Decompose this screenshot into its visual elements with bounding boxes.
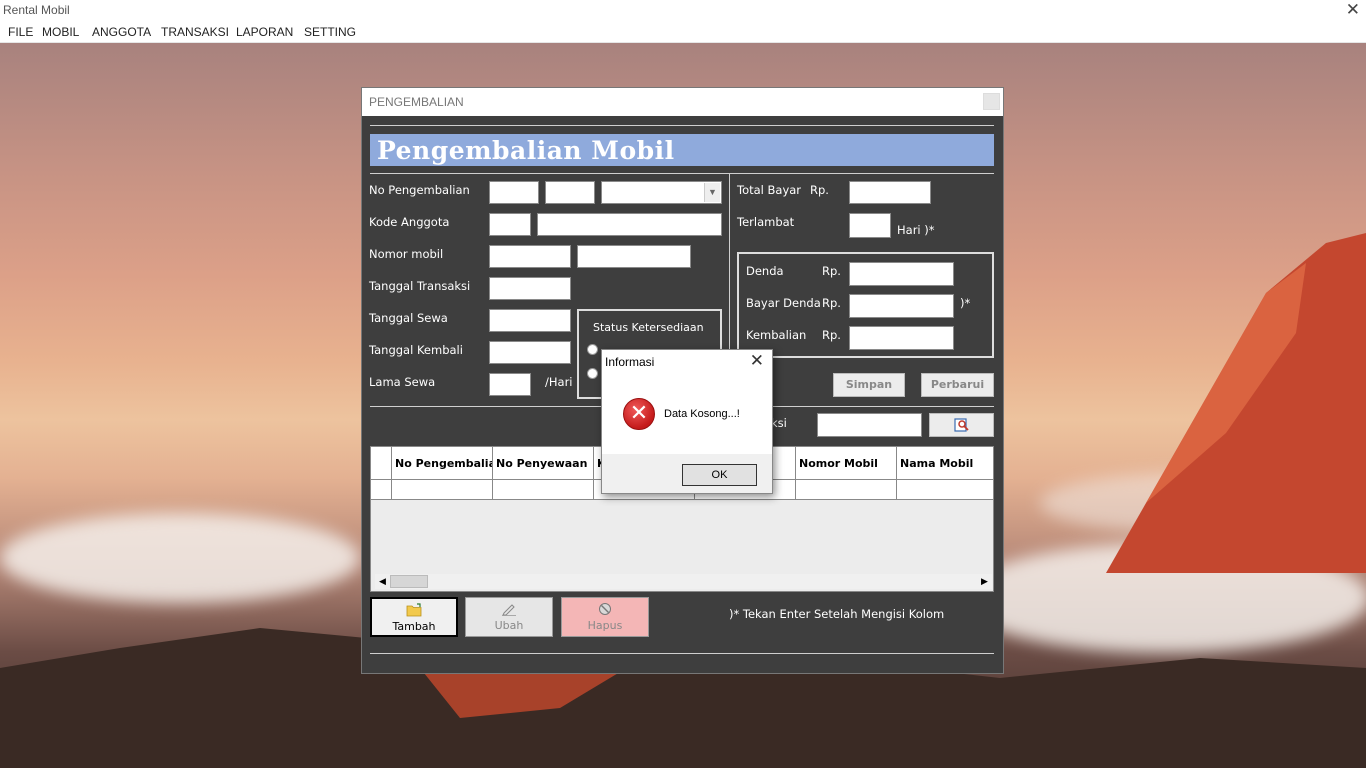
label-tanggal-transaksi: Tanggal Transaksi — [369, 279, 471, 293]
hapus-label: Hapus — [587, 619, 623, 632]
table-cell[interactable] — [796, 480, 897, 500]
menu-mobil[interactable]: MOBIL — [42, 25, 79, 39]
label-kembalian: Kembalian — [746, 328, 807, 342]
menubar: FILE MOBIL ANGGOTA TRANSAKSI LAPORAN SET… — [0, 22, 1366, 43]
label-rp: Rp. — [810, 183, 829, 197]
row-selector[interactable] — [371, 480, 392, 500]
search-icon — [953, 418, 969, 432]
ubah-label: Ubah — [494, 619, 524, 632]
menu-transaksi[interactable]: TRANSAKSI — [161, 25, 229, 39]
chevron-down-icon[interactable]: ▼ — [704, 183, 720, 202]
heading-banner: Pengembalian Mobil — [370, 134, 994, 166]
no-pengembalian-combo[interactable]: ▼ — [601, 181, 722, 204]
scroll-thumb[interactable] — [390, 575, 428, 588]
enter-note: )* Tekan Enter Setelah Mengisi Kolom — [729, 607, 945, 621]
hapus-button[interactable]: Hapus — [561, 597, 649, 637]
no-pengembalian-field-1[interactable] — [489, 181, 539, 204]
edit-icon — [502, 604, 516, 616]
mountain-shape — [1106, 233, 1366, 573]
menu-laporan[interactable]: LAPORAN — [236, 25, 293, 39]
label-status-ketersediaan: Status Ketersediaan — [593, 321, 704, 334]
label-denda: Denda — [746, 264, 784, 278]
divider — [370, 125, 994, 126]
label-total-bayar: Total Bayar — [737, 183, 802, 197]
label-kode-anggota: Kode Anggota — [369, 215, 450, 229]
menu-anggota[interactable]: ANGGOTA — [92, 25, 151, 39]
app-close-button[interactable]: ✕ — [1346, 0, 1360, 20]
col-nama-mobil[interactable]: Nama Mobil — [897, 447, 993, 480]
menu-file[interactable]: FILE — [8, 25, 33, 39]
scroll-right-icon[interactable]: ▶ — [977, 574, 992, 589]
denda-groupbox: Denda Rp. Bayar Denda Rp. )* Kembalian R… — [737, 252, 994, 358]
label-hari-star: Hari )* — [897, 223, 935, 237]
table-cell[interactable] — [392, 480, 493, 500]
page-title: Pengembalian Mobil — [377, 136, 675, 165]
label-tanggal-kembali: Tanggal Kembali — [369, 343, 463, 357]
label-search: ksi — [771, 416, 787, 430]
col-no-pengembalian[interactable]: No Pengembalian — [392, 447, 493, 480]
menu-setting[interactable]: SETTING — [304, 25, 356, 39]
label-nomor-mobil: Nomor mobil — [369, 247, 444, 261]
divider — [370, 173, 994, 174]
bayar-denda-field[interactable] — [849, 294, 954, 318]
label-rp: Rp. — [822, 296, 841, 310]
col-no-penyewaan[interactable]: No Penyewaan — [493, 447, 594, 480]
label-star: )* — [960, 296, 971, 310]
label-bayar-denda: Bayar Denda — [746, 296, 821, 310]
form-title: PENGEMBALIAN — [369, 95, 464, 109]
app-title: Rental Mobil — [3, 3, 70, 17]
grid-corner — [371, 447, 392, 480]
informasi-dialog: Informasi ✕ ✕ Data Kosong...! OK — [601, 349, 773, 494]
no-pengembalian-field-2[interactable] — [545, 181, 595, 204]
table-cell[interactable] — [897, 480, 993, 500]
tanggal-transaksi-field[interactable] — [489, 277, 571, 300]
total-bayar-field[interactable] — [849, 181, 931, 204]
form-close-button[interactable] — [983, 93, 1000, 110]
search-button[interactable] — [929, 413, 994, 437]
label-lama-sewa: Lama Sewa — [369, 375, 436, 389]
divider — [370, 653, 994, 654]
dialog-body: ✕ Data Kosong...! — [602, 374, 772, 454]
label-tanggal-sewa: Tanggal Sewa — [369, 311, 448, 325]
kembalian-field[interactable] — [849, 326, 954, 350]
tambah-button[interactable]: Tambah — [370, 597, 458, 637]
app-titlebar: Rental Mobil ✕ — [0, 0, 1366, 22]
status-radio-1[interactable] — [587, 344, 598, 355]
tambah-label: Tambah — [392, 620, 436, 633]
dialog-footer: OK — [602, 454, 772, 493]
error-icon: ✕ — [623, 398, 655, 430]
dialog-title: Informasi — [605, 355, 655, 369]
terlambat-field[interactable] — [849, 213, 891, 238]
kode-anggota-field[interactable] — [489, 213, 531, 236]
label-rp: Rp. — [822, 328, 841, 342]
nama-anggota-field[interactable] — [537, 213, 722, 236]
ubah-button[interactable]: Ubah — [465, 597, 553, 637]
dialog-titlebar: Informasi ✕ — [602, 350, 772, 374]
dialog-message: Data Kosong...! — [664, 408, 740, 420]
ok-button[interactable]: OK — [682, 464, 757, 486]
close-icon[interactable]: ✕ — [750, 351, 764, 371]
denda-field[interactable] — [849, 262, 954, 286]
nomor-mobil-field[interactable] — [489, 245, 571, 268]
scroll-left-icon[interactable]: ◀ — [375, 574, 390, 589]
horizontal-scrollbar[interactable]: ◀ ▶ — [375, 574, 992, 589]
form-titlebar: PENGEMBALIAN — [362, 88, 1003, 116]
status-radio-2[interactable] — [587, 368, 598, 379]
nama-mobil-field[interactable] — [577, 245, 691, 268]
lama-sewa-field[interactable] — [489, 373, 531, 396]
label-terlambat: Terlambat — [737, 215, 795, 229]
perbarui-button[interactable]: Perbarui — [921, 373, 994, 397]
search-transaksi-field[interactable] — [817, 413, 922, 437]
table-cell[interactable] — [493, 480, 594, 500]
label-per-hari: /Hari — [545, 375, 573, 389]
delete-icon — [599, 603, 611, 615]
col-nomor-mobil[interactable]: Nomor Mobil — [796, 447, 897, 480]
folder-add-icon — [406, 603, 422, 617]
label-no-pengembalian: No Pengembalian — [369, 183, 470, 197]
tanggal-sewa-field[interactable] — [489, 309, 571, 332]
tanggal-kembali-field[interactable] — [489, 341, 571, 364]
simpan-button[interactable]: Simpan — [833, 373, 905, 397]
label-rp: Rp. — [822, 264, 841, 278]
